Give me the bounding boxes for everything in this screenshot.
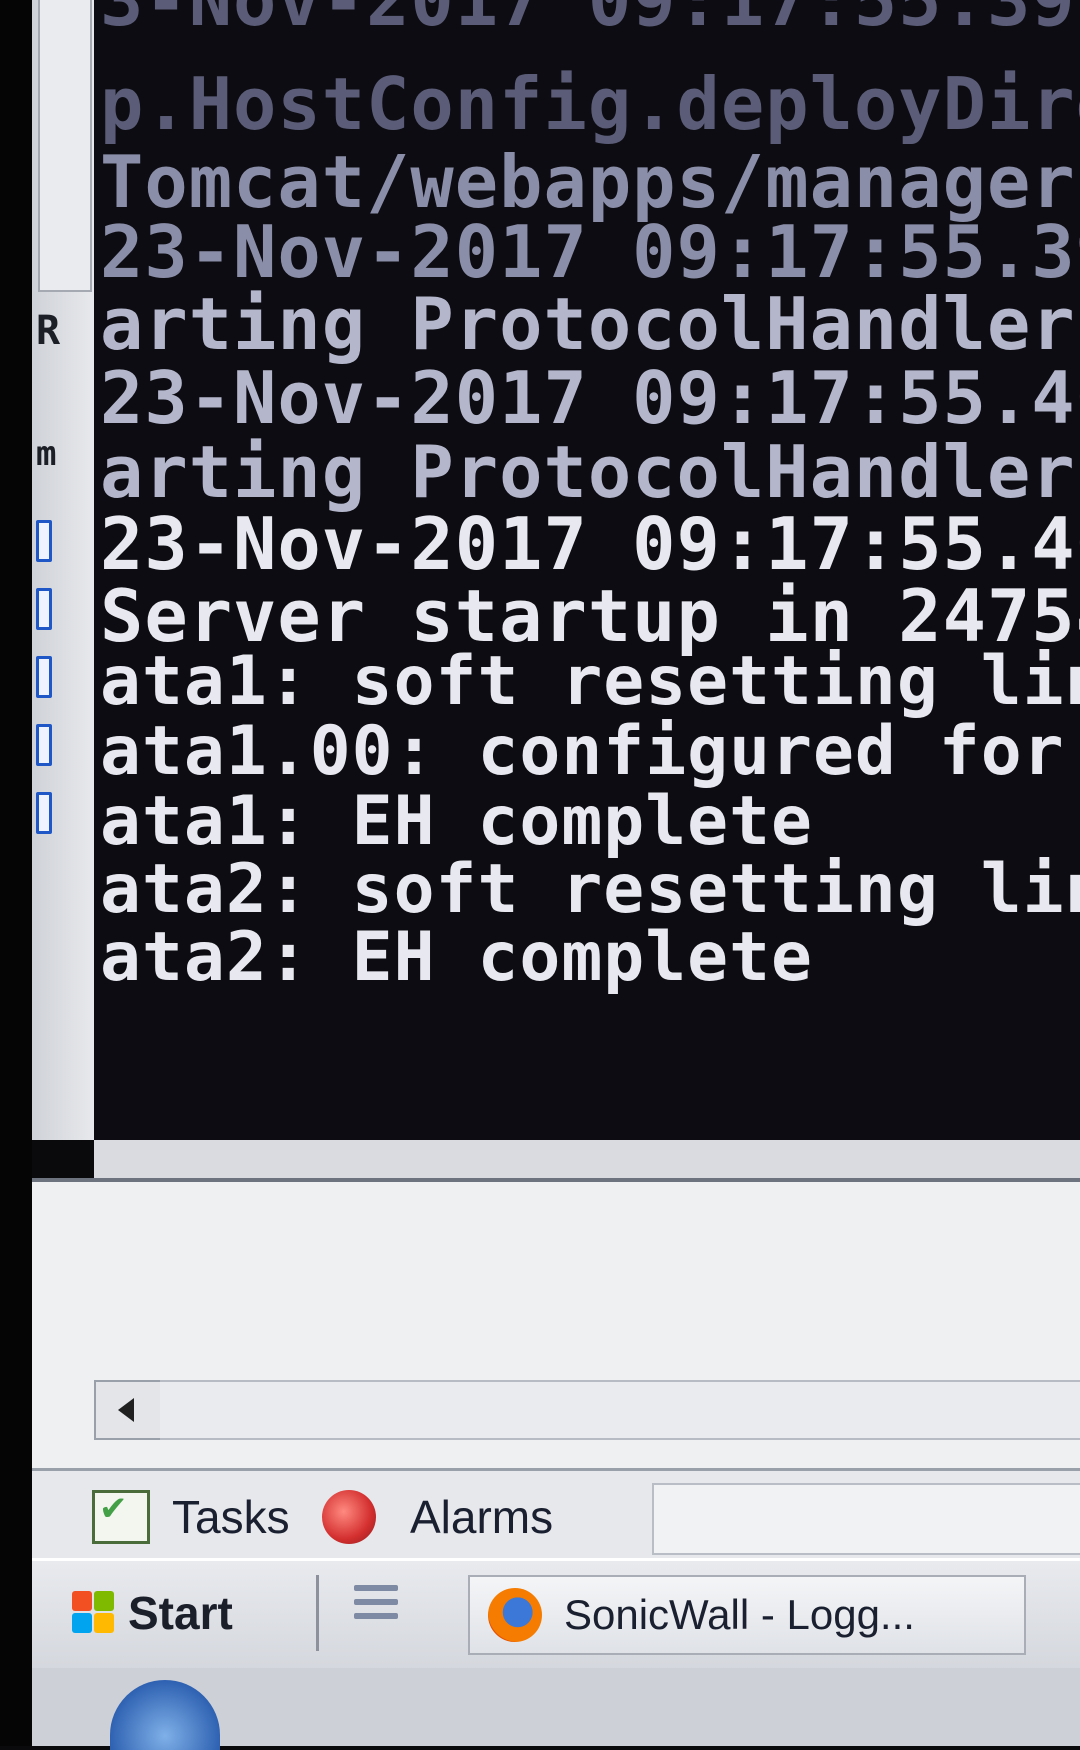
monitor-bezel — [0, 0, 32, 1746]
left-panel-item-icon[interactable] — [36, 588, 52, 630]
console-terminal[interactable]: 3-Nov-2017 09:17:55.390 p.HostConfig.dep… — [94, 0, 1080, 1140]
tasks-icon — [92, 1489, 150, 1544]
terminal-line: ata1.00: configured for UD — [100, 712, 1080, 791]
start-label: Start — [128, 1587, 233, 1639]
tasks-alarms-bar: Tasks Alarms — [32, 1468, 1080, 1561]
windows-logo-icon — [72, 1591, 116, 1635]
windows-taskbar: Start SonicWall - Logg... — [32, 1558, 1080, 1671]
main-window-lower-area — [32, 1178, 1080, 1472]
tab-tasks[interactable]: Tasks — [92, 1485, 290, 1549]
tabbar-empty-field — [652, 1483, 1080, 1555]
terminal-line: ata2: EH complete — [100, 918, 813, 997]
left-panel-item-icon[interactable] — [36, 792, 52, 834]
horizontal-scrollbar[interactable] — [160, 1380, 1080, 1440]
tab-alarms[interactable]: Alarms — [322, 1485, 553, 1549]
tab-tasks-label: Tasks — [172, 1491, 290, 1543]
left-panel-icon-column — [36, 520, 52, 860]
left-panel-item-icon[interactable] — [36, 520, 52, 562]
firefox-icon — [488, 1588, 542, 1642]
terminal-bottom-frame — [94, 1140, 1080, 1178]
terminal-line: arting ProtocolHandler [" — [100, 282, 1080, 366]
start-button[interactable]: Start — [72, 1575, 319, 1651]
terminal-line: 3-Nov-2017 09:17:55.390 — [100, 0, 1080, 42]
terminal-line: 23-Nov-2017 09:17:55.406 — [100, 356, 1080, 440]
tab-alarms-label: Alarms — [410, 1491, 554, 1543]
left-panel-scroll-area[interactable] — [38, 0, 92, 292]
left-side-panel: R m — [32, 0, 96, 1140]
left-panel-item-icon[interactable] — [36, 656, 52, 698]
alarm-icon — [322, 1490, 376, 1544]
network-icon[interactable] — [354, 1585, 398, 1639]
left-panel-item-icon[interactable] — [36, 724, 52, 766]
terminal-line: ata1: soft resetting link — [100, 642, 1080, 721]
left-panel-label-r: R — [36, 308, 61, 354]
taskbar-item-sonicwall[interactable]: SonicWall - Logg... — [468, 1575, 1026, 1655]
left-panel-label-m: m — [36, 434, 57, 474]
terminal-line: p.HostConfig.deployDirect — [100, 62, 1080, 146]
taskbar-item-label: SonicWall - Logg... — [564, 1591, 915, 1638]
scroll-left-icon[interactable] — [94, 1380, 162, 1440]
